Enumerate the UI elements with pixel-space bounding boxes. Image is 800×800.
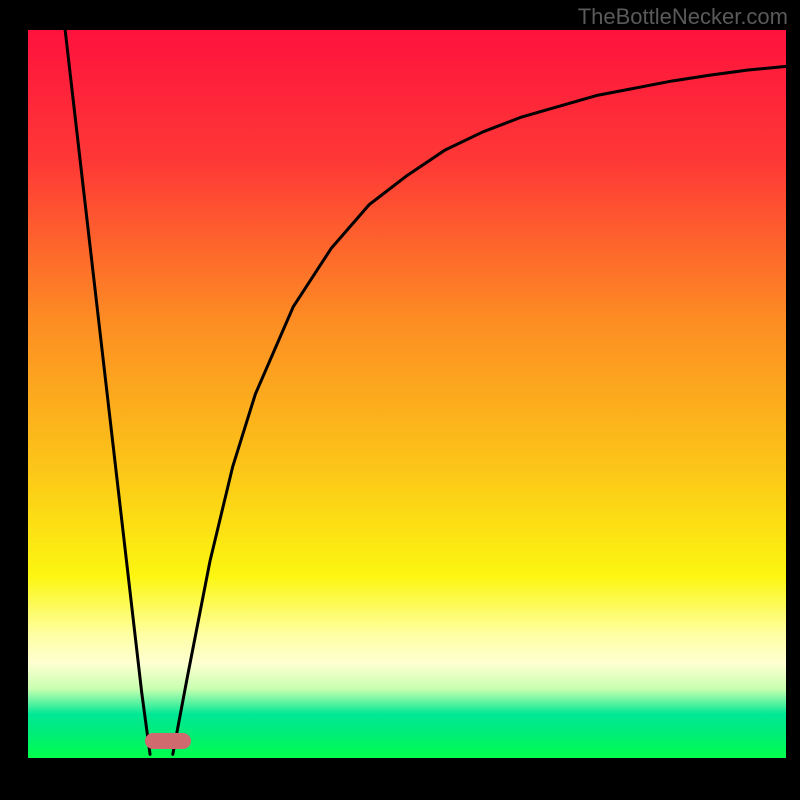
series-left-branch [65,30,150,754]
series-right-branch [173,66,786,754]
optimum-marker [145,733,190,749]
attribution-text: TheBottleNecker.com [578,4,788,30]
plot-area [28,30,786,758]
chart-lines [28,30,786,758]
